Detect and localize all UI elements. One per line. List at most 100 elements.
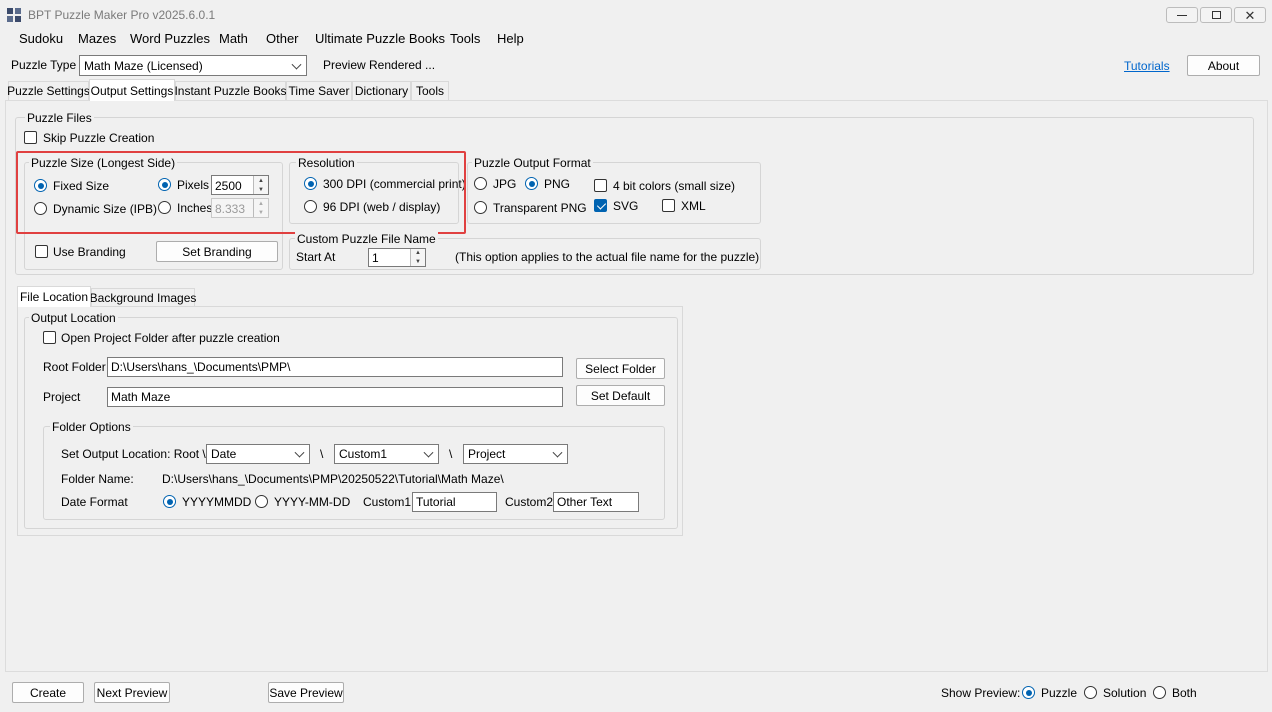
select-folder-button[interactable]: Select Folder — [576, 358, 665, 379]
four-bit-checkbox[interactable] — [594, 179, 607, 192]
menu-word-puzzles[interactable]: Word Puzzles — [130, 31, 210, 46]
use-branding-label: Use Branding — [53, 245, 126, 259]
path-separator: \ — [449, 447, 453, 461]
use-branding-checkbox[interactable] — [35, 245, 48, 258]
location-select-1[interactable]: Date — [206, 444, 310, 464]
folder-options-title: Folder Options — [50, 420, 133, 434]
jpg-label: JPG — [493, 177, 517, 191]
set-location-label: Set Output Location: Root \ — [61, 447, 206, 461]
four-bit-label: 4 bit colors (small size) — [613, 179, 736, 193]
transparent-png-label: Transparent PNG — [493, 201, 587, 215]
preview-both-label: Both — [1172, 686, 1197, 700]
close-icon: ✕ — [1244, 7, 1256, 23]
location-select-3-value: Project — [468, 447, 506, 461]
preview-solution-radio[interactable] — [1084, 686, 1097, 699]
set-default-button[interactable]: Set Default — [576, 385, 665, 406]
preview-both-radio[interactable] — [1153, 686, 1166, 699]
location-select-1-value: Date — [211, 447, 237, 461]
preview-puzzle-radio[interactable] — [1022, 686, 1035, 699]
open-folder-checkbox[interactable] — [43, 331, 56, 344]
date-format-dashed-radio[interactable] — [255, 495, 268, 508]
output-location-title: Output Location — [29, 311, 118, 325]
menu-math[interactable]: Math — [219, 31, 248, 46]
start-at-stepper[interactable]: 1 ▲ ▼ — [368, 248, 426, 267]
transparent-png-radio[interactable] — [474, 201, 487, 214]
project-label: Project — [43, 390, 81, 404]
location-select-3[interactable]: Project — [463, 444, 568, 464]
menu-mazes[interactable]: Mazes — [78, 31, 116, 46]
custom-name-note: (This option applies to the actual file … — [455, 250, 760, 264]
jpg-radio[interactable] — [474, 177, 487, 190]
create-button[interactable]: Create — [12, 682, 84, 703]
tab-background-images[interactable]: Background Images — [90, 288, 196, 307]
folder-name-value: D:\Users\hans_\Documents\PMP\20250522\Tu… — [162, 472, 504, 486]
date-format-yyyymmdd-label: YYYYMMDD — [182, 495, 252, 509]
puzzle-type-select[interactable]: Math Maze (Licensed) — [79, 55, 307, 76]
chevron-down-icon — [423, 447, 434, 458]
tab-instant-puzzle-books[interactable]: Instant Puzzle Books — [174, 81, 287, 100]
next-preview-button[interactable]: Next Preview — [94, 682, 170, 703]
custom1-label: Custom1: — [363, 495, 415, 509]
maximize-button[interactable] — [1200, 7, 1232, 23]
output-format-title: Puzzle Output Format — [472, 156, 593, 170]
date-format-yyyymmdd-radio[interactable] — [163, 495, 176, 508]
tab-puzzle-settings[interactable]: Puzzle Settings — [7, 81, 90, 100]
chevron-down-icon — [291, 59, 302, 70]
start-at-label: Start At — [296, 250, 336, 264]
puzzle-files-title: Puzzle Files — [25, 111, 94, 125]
xml-checkbox[interactable] — [662, 199, 675, 212]
xml-label: XML — [681, 199, 706, 213]
location-select-2-value: Custom1 — [339, 447, 388, 461]
menu-tools[interactable]: Tools — [450, 31, 480, 46]
chevron-down-icon — [294, 447, 305, 458]
window-title: BPT Puzzle Maker Pro v2025.6.0.1 — [28, 8, 216, 22]
open-folder-label: Open Project Folder after puzzle creatio… — [61, 331, 280, 345]
custom-file-name-title: Custom Puzzle File Name — [295, 232, 438, 246]
spin-up-icon[interactable]: ▲ — [410, 249, 425, 258]
svg-checkbox[interactable] — [594, 199, 607, 212]
minimize-icon — [1177, 14, 1187, 16]
preview-solution-label: Solution — [1103, 686, 1147, 700]
svg-label: SVG — [613, 199, 639, 213]
custom1-field[interactable]: Tutorial — [412, 492, 497, 512]
minimize-button[interactable] — [1166, 7, 1198, 23]
location-select-2[interactable]: Custom1 — [334, 444, 439, 464]
tab-time-saver[interactable]: Time Saver — [286, 81, 352, 100]
preview-status: Preview Rendered ... — [323, 58, 436, 72]
tab-output-settings[interactable]: Output Settings — [89, 79, 175, 101]
menu-sudoku[interactable]: Sudoku — [19, 31, 63, 46]
menu-ultimate-puzzle-books[interactable]: Ultimate Puzzle Books — [315, 31, 445, 46]
show-preview-label: Show Preview: — [941, 686, 1021, 700]
chevron-down-icon — [552, 447, 563, 458]
spin-down-icon[interactable]: ▼ — [410, 257, 425, 266]
save-preview-button[interactable]: Save Preview — [268, 682, 344, 703]
path-separator: \ — [320, 447, 324, 461]
set-branding-button[interactable]: Set Branding — [156, 241, 278, 262]
preview-puzzle-label: Puzzle — [1041, 686, 1078, 700]
png-radio[interactable] — [525, 177, 538, 190]
start-at-value: 1 — [372, 251, 379, 265]
maximize-icon — [1211, 11, 1221, 19]
tab-file-location[interactable]: File Location — [17, 286, 91, 307]
about-button[interactable]: About — [1187, 55, 1260, 76]
highlight-box — [16, 151, 466, 234]
menu-other[interactable]: Other — [266, 31, 299, 46]
tab-dictionary[interactable]: Dictionary — [352, 81, 411, 100]
close-button[interactable]: ✕ — [1234, 7, 1266, 23]
date-format-dashed-label: YYYY-MM-DD — [274, 495, 351, 509]
root-folder-field[interactable]: D:\Users\hans_\Documents\PMP\ — [107, 357, 563, 377]
custom2-label: Custom2: — [505, 495, 557, 509]
folder-name-label: Folder Name: — [61, 472, 134, 486]
png-label: PNG — [544, 177, 571, 191]
project-field[interactable]: Math Maze — [107, 387, 563, 407]
app-icon — [7, 8, 21, 22]
tab-tools[interactable]: Tools — [411, 81, 449, 100]
menu-help[interactable]: Help — [497, 31, 524, 46]
skip-creation-checkbox[interactable] — [24, 131, 37, 144]
root-folder-label: Root Folder — [43, 360, 106, 374]
custom2-field[interactable]: Other Text — [553, 492, 639, 512]
skip-creation-label: Skip Puzzle Creation — [43, 131, 155, 145]
date-format-label: Date Format — [61, 495, 128, 509]
puzzle-type-value: Math Maze (Licensed) — [84, 58, 203, 73]
tutorials-link[interactable]: Tutorials — [1124, 59, 1170, 73]
